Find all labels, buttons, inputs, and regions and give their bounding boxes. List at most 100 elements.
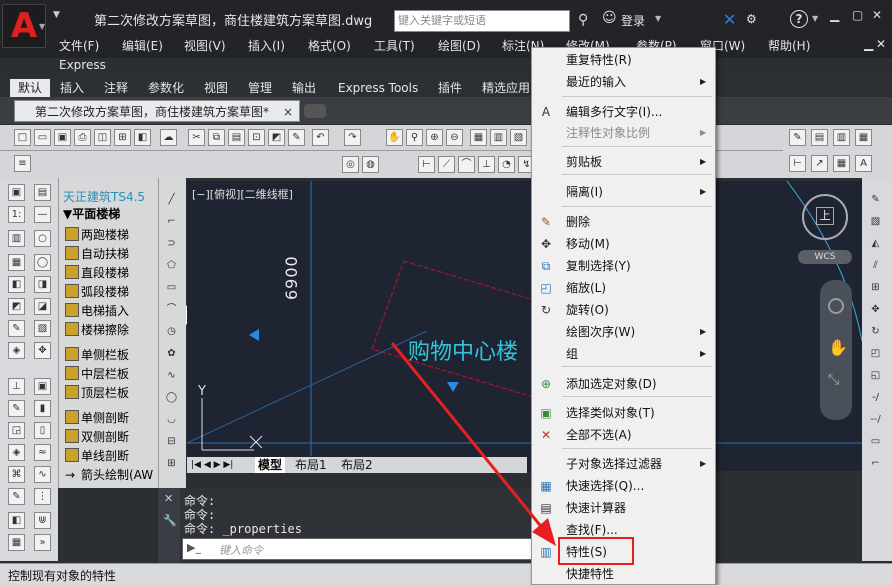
tz-item[interactable]: 直段楼梯: [65, 264, 129, 281]
ctx-recent-input[interactable]: 最近的输入: [566, 74, 626, 90]
array-icon[interactable]: ⊞: [867, 280, 884, 297]
tz-item[interactable]: 双侧剖断: [65, 428, 129, 445]
open-icon[interactable]: ▭: [34, 129, 51, 146]
tool-icon-23[interactable]: ⋮: [34, 488, 51, 505]
tool-icon-9[interactable]: ✎: [8, 320, 25, 337]
ctx-clipboard[interactable]: 剪贴板: [566, 154, 602, 170]
tab-output[interactable]: 输出: [292, 79, 316, 97]
sheet-icon[interactable]: ▥: [833, 129, 850, 146]
tz-item[interactable]: 楼梯擦除: [65, 321, 129, 338]
polygon-icon[interactable]: ⬠: [163, 258, 180, 275]
zoom-extents-icon[interactable]: ⤡: [828, 372, 839, 388]
ctx-rotate[interactable]: 旋转(O): [566, 302, 609, 318]
tz-item[interactable]: 单侧栏板: [65, 346, 129, 363]
tool-icon-18[interactable]: ◈: [8, 444, 25, 461]
make-block-icon[interactable]: ⊞: [163, 456, 180, 473]
close-tab-icon[interactable]: ×: [283, 101, 293, 123]
exchange-icon[interactable]: ✕: [723, 10, 736, 29]
trim-icon[interactable]: -/: [867, 390, 884, 407]
dim-style-icon[interactable]: ⊢: [789, 155, 806, 172]
ctx-isolate[interactable]: 隔离(I): [566, 184, 603, 200]
tz-item[interactable]: 单线剖断: [65, 447, 129, 464]
steering-wheel-icon[interactable]: [828, 298, 844, 314]
scale-icon[interactable]: 1:: [8, 206, 25, 223]
tz-item[interactable]: 两跑楼梯: [65, 226, 129, 243]
wrench-icon[interactable]: 🔧: [163, 514, 177, 527]
radius-icon[interactable]: ◔: [498, 156, 515, 173]
layer-icon[interactable]: ▤: [811, 129, 828, 146]
ctx-quick-calc[interactable]: 快速计算器: [566, 500, 626, 516]
tool-icon-11[interactable]: ◈: [8, 342, 25, 359]
section-stairs[interactable]: ▼平面楼梯: [63, 205, 120, 222]
tab-express-tools[interactable]: Express Tools: [338, 79, 418, 97]
menu-help[interactable]: 帮助(H): [768, 37, 810, 54]
tool-icon-20[interactable]: ⌘: [8, 466, 25, 483]
ellipse-arc-icon[interactable]: ◡: [163, 412, 180, 429]
ctx-find[interactable]: 查找(F)...: [566, 522, 618, 538]
tool-icon-14[interactable]: ✎: [8, 400, 25, 417]
brush-icon[interactable]: ✎: [867, 192, 884, 209]
aligned-dim-icon[interactable]: ⟋: [438, 156, 455, 173]
menu-view[interactable]: 视图(V): [184, 37, 226, 54]
tool-icon-25[interactable]: ⋓: [34, 512, 51, 529]
tool-icon-24[interactable]: ◧: [8, 512, 25, 529]
tool-icon-15[interactable]: ▮: [34, 400, 51, 417]
scale-icon[interactable]: ◰: [867, 346, 884, 363]
connect-icon[interactable]: ⚙: [746, 12, 757, 26]
tool-icon-7[interactable]: ◩: [8, 298, 25, 315]
document-tab[interactable]: 第二次修改方案草图，商住楼建筑方案草图* ×: [14, 100, 300, 122]
extend-icon[interactable]: --/: [867, 412, 884, 429]
move-icon[interactable]: ✥: [867, 302, 884, 319]
tool-icon-22[interactable]: ✎: [8, 488, 25, 505]
ctx-erase[interactable]: 删除: [566, 214, 590, 230]
ctx-repeat-properties[interactable]: 重复特性(R): [566, 52, 632, 68]
command-input[interactable]: ▶_ 键入命令: [182, 538, 532, 560]
insert-block-icon[interactable]: ⊟: [163, 434, 180, 451]
save-icon[interactable]: ▣: [54, 129, 71, 146]
viewport-label[interactable]: [−][俯视][二维线框]: [192, 186, 293, 202]
ctx-edit-mtext[interactable]: 编辑多行文字(I)...: [566, 104, 662, 120]
tab-view[interactable]: 视图: [204, 79, 228, 97]
arc-icon[interactable]: ⊃: [163, 236, 180, 253]
wcs-menu[interactable]: WCS: [798, 250, 852, 264]
tz-item[interactable]: 弧段楼梯: [65, 283, 129, 300]
tz-item[interactable]: 电梯插入: [65, 302, 129, 319]
minimize-icon[interactable]: ▁: [830, 8, 839, 22]
tool-icon-19[interactable]: ≈: [34, 444, 51, 461]
cut-icon[interactable]: ✂: [188, 129, 205, 146]
zoom-window-icon[interactable]: ⊕: [426, 129, 443, 146]
spline-icon[interactable]: ∿: [163, 368, 180, 385]
menu-insert[interactable]: 插入(I): [248, 37, 285, 54]
publish-icon[interactable]: ⊞: [114, 129, 131, 146]
arc2-icon[interactable]: ⌒: [163, 302, 180, 319]
tool-icon-5[interactable]: ◧: [8, 276, 25, 293]
pan-icon[interactable]: ✋: [828, 338, 848, 357]
ctx-copy-selection[interactable]: 复制选择(Y): [566, 258, 631, 274]
line-icon[interactable]: —: [34, 206, 51, 223]
arc-length-icon[interactable]: ⌒: [458, 156, 475, 173]
move-icon[interactable]: ✥: [34, 342, 51, 359]
rotate-icon[interactable]: ↻: [867, 324, 884, 341]
plot-icon[interactable]: ⎙: [74, 129, 91, 146]
maximize-icon[interactable]: ▢: [852, 8, 863, 22]
tab-plugins[interactable]: 插件: [438, 79, 462, 97]
style-icon[interactable]: A: [855, 155, 872, 172]
tool-palette-icon[interactable]: ▧: [510, 129, 527, 146]
tool-icon-2[interactable]: ▤: [34, 184, 51, 201]
tz-item[interactable]: 单侧剖断: [65, 409, 129, 426]
tab-featured-apps[interactable]: 精选应用: [482, 79, 530, 97]
login-link[interactable]: 登录: [621, 12, 645, 29]
tool-icon-26[interactable]: ▦: [8, 534, 25, 551]
layout-nav-arrows[interactable]: |◀ ◀ ▶ ▶|: [191, 457, 233, 473]
ctx-select-similar[interactable]: 选择类似对象(T): [566, 405, 655, 421]
circle-icon[interactable]: ○: [34, 230, 51, 247]
tool-icon-10[interactable]: ▧: [34, 320, 51, 337]
help-icon[interactable]: ?: [790, 10, 808, 28]
menu-close-icon[interactable]: ✕: [876, 37, 886, 51]
chevron-down-icon[interactable]: ▼: [812, 14, 818, 23]
tool-icon-21[interactable]: ∿: [34, 466, 51, 483]
ordinate-icon[interactable]: ⊥: [478, 156, 495, 173]
tool-icon-27[interactable]: »: [34, 534, 51, 551]
tz-item[interactable]: 自动扶梯: [65, 245, 129, 262]
tz-item[interactable]: 顶层栏板: [65, 384, 129, 401]
